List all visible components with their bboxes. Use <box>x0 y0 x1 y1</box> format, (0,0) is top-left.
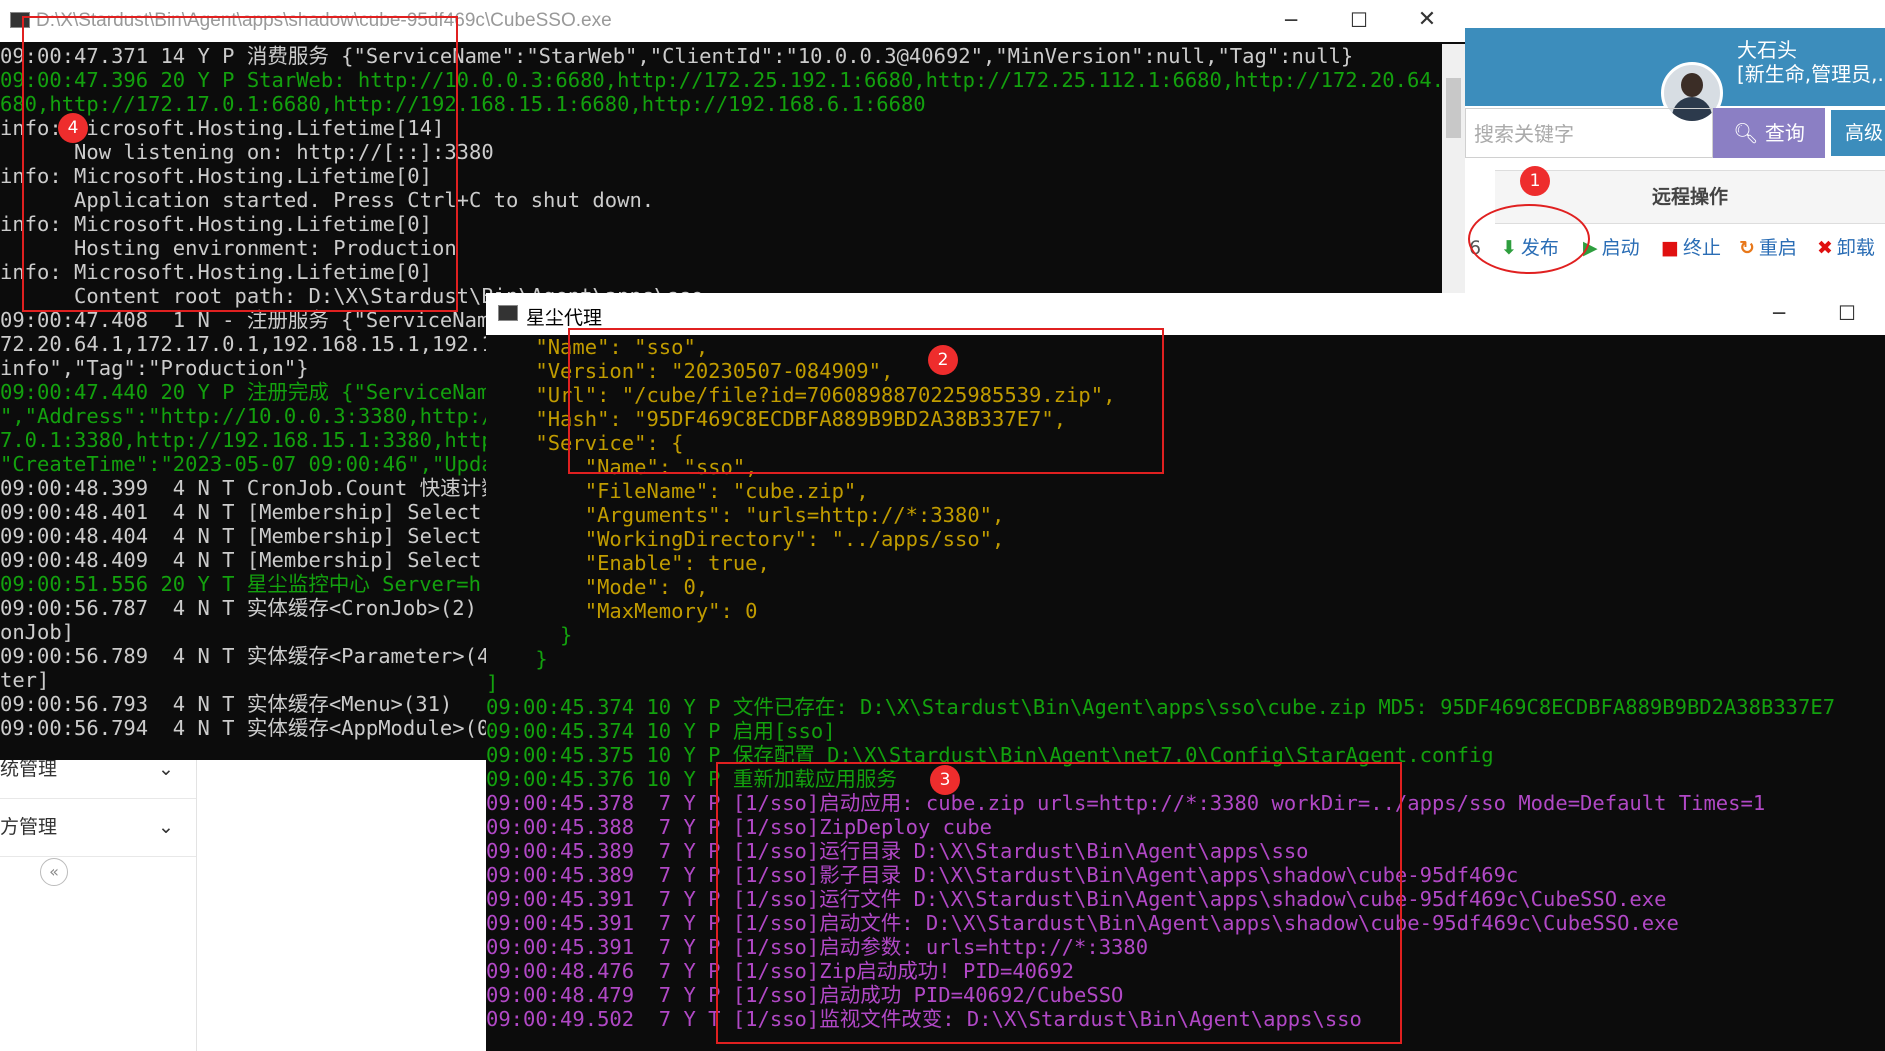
collapse-sidebar-icon[interactable]: « <box>40 858 68 886</box>
highlight-box-3 <box>716 762 1402 1044</box>
user-role: [新生命,管理员,... <box>1737 62 1885 86</box>
highlight-oval-1 <box>1468 204 1590 274</box>
highlight-box-4 <box>22 16 458 312</box>
chevron-down-icon: ⌄ <box>158 816 174 838</box>
window-title: 星尘代理 <box>526 308 603 329</box>
console-line: "FileName": "cube.zip", <box>486 479 869 503</box>
search-icon: 🔍︎ <box>1733 121 1759 145</box>
restart-button[interactable]: ↻ 重启 <box>1739 222 1797 274</box>
console-app-icon <box>498 305 518 321</box>
uninstall-button[interactable]: ✖ 卸载 <box>1817 222 1875 274</box>
query-button-label: 查询 <box>1764 121 1805 145</box>
console-line: "Enable": true, <box>486 551 770 575</box>
console-line: 09:00:45.374 10 Y P 文件已存在: D:\X\Stardust… <box>486 695 1836 719</box>
advanced-button[interactable]: 高级 <box>1831 110 1885 156</box>
query-button[interactable]: 🔍︎ 查询 <box>1713 108 1825 158</box>
stop-button[interactable]: ■ 终止 <box>1661 222 1721 274</box>
minimize-button[interactable]: ─ <box>1256 0 1326 40</box>
uninstall-label: 卸载 <box>1836 237 1875 259</box>
highlight-box-2 <box>568 328 1164 474</box>
console-line: "MaxMemory": 0 <box>486 599 758 623</box>
badge-3: 3 <box>930 765 960 795</box>
badge-1: 1 <box>1520 166 1550 196</box>
close-icon: ✖ <box>1817 237 1833 259</box>
console-line: } <box>486 623 573 647</box>
badge-2: 2 <box>928 345 958 375</box>
console-line: } <box>486 647 548 671</box>
sidebar-item-label: 统管理 <box>0 758 58 780</box>
sidebar: 统管理 ⌄ 方管理 ⌄ <box>0 740 197 1051</box>
restart-label: 重启 <box>1758 237 1797 259</box>
refresh-icon: ↻ <box>1739 237 1755 259</box>
maximize-button[interactable]: ☐ <box>1812 293 1882 333</box>
badge-4: 4 <box>58 113 88 143</box>
maximize-button[interactable]: ☐ <box>1324 0 1394 40</box>
start-button[interactable]: ▶ 启动 <box>1583 222 1640 274</box>
search-input[interactable]: 搜索关键字 <box>1465 108 1713 158</box>
console-line: "WorkingDirectory": "../apps/sso", <box>486 527 1005 551</box>
console-line: "Mode": 0, <box>486 575 709 599</box>
console-line: 09:00:45.374 10 Y P 启用[sso] <box>486 719 836 743</box>
sidebar-item-third-party[interactable]: 方管理 ⌄ <box>0 798 196 857</box>
start-label: 启动 <box>1601 237 1640 259</box>
sidebar-item-label: 方管理 <box>0 816 58 838</box>
console-line: "Arguments": "urls=http://*:3380", <box>486 503 1005 527</box>
minimize-button[interactable]: ─ <box>1744 293 1814 333</box>
stop-label: 终止 <box>1682 237 1721 259</box>
close-button[interactable]: ✕ <box>1392 0 1462 40</box>
console-line: ] <box>486 671 499 695</box>
web-header: 大石头 [新生命,管理员,... <box>1465 28 1885 124</box>
stop-icon: ■ <box>1661 237 1679 259</box>
